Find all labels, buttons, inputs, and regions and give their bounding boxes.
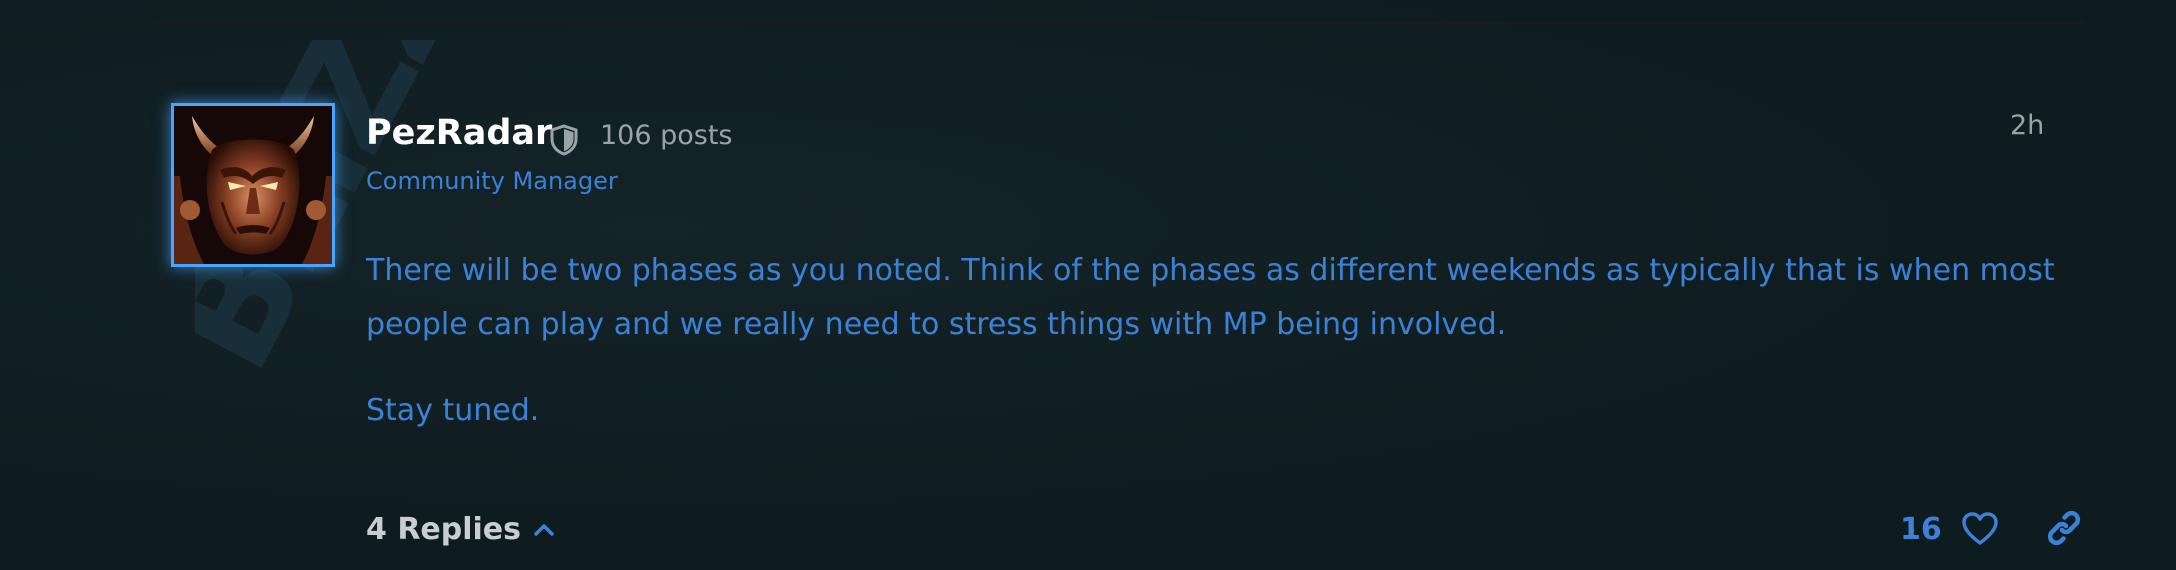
shield-icon (550, 124, 578, 156)
post-paragraph: There will be two phases as you noted. T… (366, 253, 2055, 342)
username-link[interactable]: PezRadar (366, 108, 552, 158)
like-count[interactable]: 16 (1900, 508, 1942, 552)
heart-icon[interactable] (1962, 512, 1998, 546)
avatar[interactable] (171, 103, 335, 267)
post-time[interactable]: 2h (2010, 106, 2044, 146)
forum-post: BLIZZARD (0, 0, 2176, 570)
chevron-up-icon (534, 524, 554, 536)
replies-label: 4 Replies (366, 512, 522, 547)
avatar-image (174, 106, 332, 264)
post-divider (154, 21, 2084, 24)
post-paragraph: Stay tuned. (366, 393, 540, 428)
link-icon[interactable] (2046, 510, 2082, 546)
post-body: There will be two phases as you noted. T… (366, 244, 2086, 438)
user-title: Community Manager (366, 167, 618, 195)
post-count: 106 posts (600, 120, 733, 151)
replies-toggle-button[interactable]: 4 Replies (366, 508, 555, 552)
